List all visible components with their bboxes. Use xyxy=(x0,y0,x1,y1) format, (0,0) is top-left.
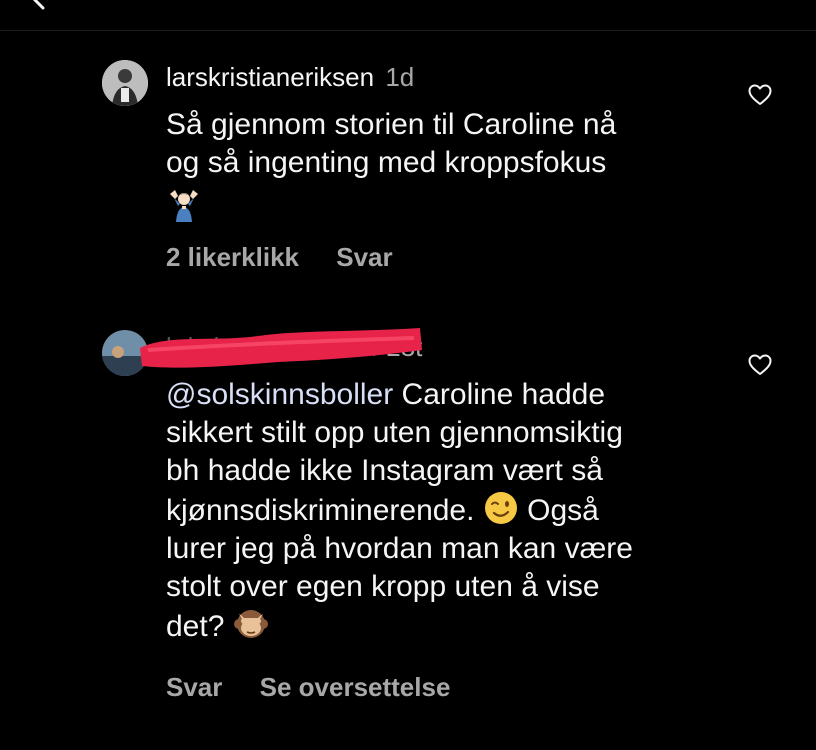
see-translation-button[interactable]: Se oversettelse xyxy=(260,672,451,702)
see-no-evil-monkey-emoji xyxy=(233,610,268,638)
timestamp: 1d xyxy=(385,62,415,92)
top-bar xyxy=(0,0,816,31)
comment-line: kjønnsdiskriminerende. xyxy=(166,494,483,527)
comment-line: Også xyxy=(518,494,599,527)
mention-link[interactable]: @solskinnsboller xyxy=(166,378,393,411)
shrug-emoji xyxy=(170,190,198,222)
comment-header: larskristianeriksen 1d xyxy=(166,62,414,92)
redaction-scribble xyxy=(140,328,422,368)
comment-line: det? xyxy=(166,610,233,643)
back-chevron-icon[interactable] xyxy=(28,0,50,10)
comment-line: Så gjennom storien til Caroline nå xyxy=(166,108,617,141)
wink-emoji xyxy=(484,492,517,524)
comment-line: stolt over egen kropp uten å vise xyxy=(166,570,600,603)
heart-icon[interactable] xyxy=(748,354,772,376)
comment-line: sikkert stilt opp uten gjennomsiktig xyxy=(166,416,623,449)
avatar-photo xyxy=(102,60,148,106)
avatar[interactable] xyxy=(102,60,148,106)
heart-icon[interactable] xyxy=(748,84,772,106)
comment-line: lurer jeg på hvordan man kan være xyxy=(166,532,633,565)
comment-actions: 2 likerklikk Svar xyxy=(166,242,393,272)
comment-line: bh hadde ikke Instagram vært så xyxy=(166,454,603,487)
username[interactable]: larskristianeriksen xyxy=(166,62,374,92)
comment-actions: Svar Se oversettelse xyxy=(166,672,450,702)
comment-text: Så gjennom storien til Caroline nå og så… xyxy=(166,106,726,224)
likes-count[interactable]: 2 likerklikk xyxy=(166,242,299,272)
comment-line: Caroline hadde xyxy=(393,378,606,411)
comment-line: og så ingenting med kroppsfokus xyxy=(166,146,607,179)
reply-button[interactable]: Svar xyxy=(166,672,222,702)
reply-button[interactable]: Svar xyxy=(336,242,392,272)
comment-text: @solskinnsboller Caroline hadde sikkert … xyxy=(166,376,726,646)
